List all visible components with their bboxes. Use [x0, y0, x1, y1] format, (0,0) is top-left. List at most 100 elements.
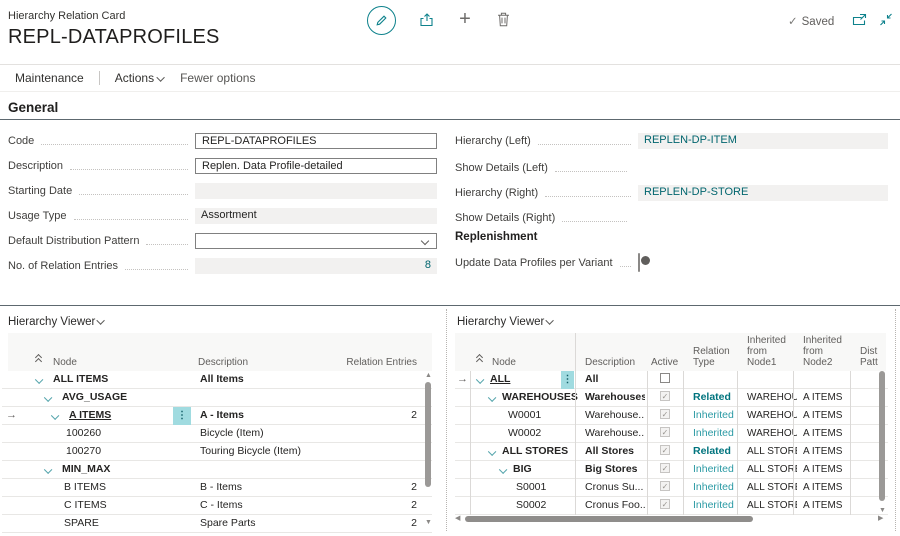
menu-item-fewer-options[interactable]: Fewer options	[180, 71, 255, 85]
column-header-node[interactable]: Node	[492, 357, 516, 368]
right-grid-vertical-scrollbar[interactable]: ▼	[878, 371, 886, 517]
table-row[interactable]: WAREHOUSES Warehouses ✓ Related WAREHOU.…	[455, 389, 888, 407]
default-distribution-pattern-dropdown[interactable]	[195, 233, 437, 249]
column-header-description[interactable]: Description	[198, 357, 248, 368]
table-row[interactable]: 100260 Bicycle (Item)	[2, 425, 432, 443]
delete-trash-icon[interactable]	[497, 12, 510, 27]
field-row-description: Description Replen. Data Profile-detaile…	[8, 158, 437, 174]
table-row[interactable]: AVG_USAGE	[2, 389, 432, 407]
relation-type-cell[interactable]: Related	[693, 443, 731, 460]
pane-splitter[interactable]	[446, 309, 447, 531]
relation-type-cell[interactable]: Inherited	[693, 425, 734, 442]
table-row[interactable]: ALL STORES All Stores ✓ Related ALL STOR…	[455, 443, 888, 461]
expand-chevron-icon[interactable]	[35, 376, 43, 384]
column-header-active[interactable]: Active	[651, 357, 678, 368]
field-row-show-details-right: Show Details (Right)	[455, 210, 888, 226]
table-row[interactable]: C ITEMS C - Items 2	[2, 497, 432, 515]
dotted-leader	[79, 194, 188, 195]
inherited-node1-cell: ALL STORES	[747, 497, 797, 514]
relation-type-cell[interactable]: Related	[693, 389, 731, 406]
table-row-selected[interactable]: → ALL ⋮ All	[455, 371, 888, 389]
table-row[interactable]: W0001 Warehouse... ✓ Inherited WAREHOU..…	[455, 407, 888, 425]
row-actions-button[interactable]: ⋮	[561, 371, 574, 389]
relation-type-cell[interactable]: Inherited	[693, 479, 734, 496]
scrollbar-thumb[interactable]	[465, 516, 753, 522]
expand-chevron-icon[interactable]	[499, 466, 507, 474]
edit-pencil-icon[interactable]	[367, 6, 396, 35]
left-hierarchy-viewer-menu[interactable]: Hierarchy Viewer	[8, 316, 105, 328]
collapse-diagonal-icon[interactable]	[879, 13, 893, 26]
row-actions-button[interactable]: ⋮	[173, 407, 191, 425]
table-row-selected[interactable]: → A ITEMS ⋮ A - Items 2	[2, 407, 432, 425]
collapse-all-icon[interactable]	[34, 355, 44, 365]
column-header-relation-type[interactable]: Relation Type	[693, 346, 739, 368]
section-title-general[interactable]: General	[8, 100, 58, 115]
table-row[interactable]: ALL ITEMS All Items	[2, 371, 432, 389]
table-row[interactable]: SPARE Spare Parts 2	[2, 515, 432, 533]
table-row[interactable]: W0002 Warehouse... ✓ Inherited WAREHOU..…	[455, 425, 888, 443]
scroll-right-icon[interactable]: ▶	[878, 515, 883, 523]
description-cell: All Stores	[585, 443, 645, 460]
expand-chevron-icon[interactable]	[488, 448, 496, 456]
field-label: Starting Date	[8, 185, 72, 197]
table-row[interactable]: 100270 Touring Bicycle (Item)	[2, 443, 432, 461]
checkbox-checked: ✓	[660, 463, 670, 473]
open-in-window-icon[interactable]	[852, 13, 867, 26]
add-icon[interactable]: +	[456, 8, 474, 30]
share-icon[interactable]	[419, 13, 435, 27]
description-cell: Touring Bicycle (Item)	[200, 443, 301, 460]
code-input[interactable]: REPL-DATAPROFILES	[195, 133, 437, 149]
table-row[interactable]: BIG Big Stores ✓ Inherited ALL STORES A …	[455, 461, 888, 479]
collapse-all-icon[interactable]	[475, 355, 485, 365]
left-grid-vertical-scrollbar[interactable]: ▲ ▼	[424, 371, 432, 531]
expand-chevron-icon[interactable]	[51, 412, 59, 420]
node-cell: ALL STORES	[502, 443, 568, 460]
table-row[interactable]: S0002 Cronus Foo... ✓ Inherited ALL STOR…	[455, 497, 888, 515]
description-cell: All Items	[200, 371, 244, 388]
menu-item-maintenance[interactable]: Maintenance	[15, 71, 84, 85]
breadcrumb[interactable]: Hierarchy Relation Card	[8, 10, 125, 22]
relation-type-cell[interactable]: Inherited	[693, 407, 734, 424]
pane-splitter[interactable]	[895, 309, 896, 531]
column-header-inherited-from-node1[interactable]: Inherited from Node1	[747, 335, 799, 368]
description-cell: C - Items	[200, 497, 243, 514]
right-grid-horizontal-scrollbar[interactable]: ◀ ▶	[455, 515, 885, 523]
column-header-inherited-from-node2[interactable]: Inherited from Node2	[803, 335, 855, 368]
hierarchy-right-link[interactable]: REPLEN-DP-STORE	[638, 185, 888, 201]
table-row[interactable]: MIN_MAX	[2, 461, 432, 479]
relation-entries-cell: 2	[332, 479, 417, 496]
table-row[interactable]: S0001 Cronus Su... ✓ Inherited ALL STORE…	[455, 479, 888, 497]
description-cell: Cronus Su...	[585, 479, 645, 496]
table-row[interactable]: B ITEMS B - Items 2	[2, 479, 432, 497]
relation-type-cell[interactable]: Inherited	[693, 497, 734, 514]
menu-item-actions[interactable]: Actions	[115, 71, 165, 85]
scroll-down-icon[interactable]: ▼	[425, 519, 432, 527]
scroll-down-icon[interactable]: ▼	[879, 507, 886, 515]
right-hierarchy-viewer-menu[interactable]: Hierarchy Viewer	[457, 316, 554, 328]
column-header-distribution-pattern[interactable]: Dist Patt	[860, 346, 884, 368]
column-header-relation-entries[interactable]: Relation Entries	[260, 357, 417, 368]
scroll-up-icon[interactable]: ▲	[425, 372, 432, 380]
description-cell: Big Stores	[585, 461, 645, 478]
scrollbar-thumb[interactable]	[425, 382, 431, 487]
active-cell[interactable]	[647, 371, 683, 388]
dotted-leader	[125, 269, 188, 270]
scroll-left-icon[interactable]: ◀	[455, 515, 460, 523]
field-label: Show Details (Right)	[455, 212, 555, 224]
column-header-description[interactable]: Description	[585, 357, 635, 368]
relation-type-cell[interactable]: Inherited	[693, 461, 734, 478]
update-data-profiles-per-variant-toggle[interactable]	[638, 253, 640, 272]
expand-chevron-icon[interactable]	[44, 466, 52, 474]
scrollbar-thumb[interactable]	[879, 371, 885, 501]
hierarchy-left-link[interactable]: REPLEN-DP-ITEM	[638, 133, 888, 149]
expand-chevron-icon[interactable]	[488, 394, 496, 402]
column-header-node[interactable]: Node	[53, 357, 77, 368]
active-cell: ✓	[647, 407, 683, 424]
checkbox-unchecked[interactable]	[660, 373, 670, 383]
expand-chevron-icon[interactable]	[44, 394, 52, 402]
node-cell: 100270	[66, 443, 101, 460]
description-input[interactable]: Replen. Data Profile-detailed	[195, 158, 437, 174]
node-cell: S0001	[516, 479, 546, 496]
field-label: Hierarchy (Left)	[455, 135, 531, 147]
expand-chevron-icon[interactable]	[476, 376, 484, 384]
